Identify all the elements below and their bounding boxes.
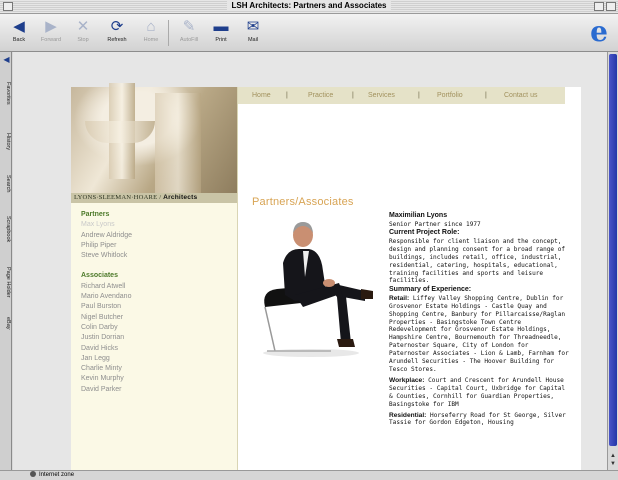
collapse-box[interactable] bbox=[606, 2, 616, 11]
brand-text: LYONS·SLEEMAN·HOARE / bbox=[74, 194, 162, 201]
scroll-down-icon[interactable]: ▼ bbox=[609, 460, 617, 468]
bio-residential: Residential: Horseferry Road for St Geor… bbox=[389, 412, 569, 428]
refresh-button[interactable]: ⟳ Refresh bbox=[102, 18, 132, 43]
mail-label: Mail bbox=[247, 37, 259, 43]
partner-bio: Maximilian Lyons Senior Partner since 19… bbox=[389, 212, 569, 427]
back-label: Back bbox=[12, 37, 26, 43]
home-button[interactable]: ⌂ Home bbox=[136, 18, 166, 43]
zoom-box[interactable] bbox=[594, 2, 604, 11]
back-arrow-icon: ◀ bbox=[13, 18, 25, 35]
bio-retail: Retail: Liffey Valley Shopping Centre, D… bbox=[389, 295, 569, 374]
column-divider bbox=[237, 87, 238, 470]
people-list: Partners Max Lyons Andrew Aldridge Phili… bbox=[81, 210, 132, 395]
print-label: Print bbox=[215, 37, 227, 43]
browser-toolbar: ◀ Back ▶ Forward ✕ Stop ⟳ Refresh ⌂ Home… bbox=[0, 14, 618, 52]
person-link[interactable]: Nigel Butcher bbox=[81, 313, 132, 323]
explorer-toggle-icon[interactable]: ◀ bbox=[1, 54, 11, 64]
person-link[interactable]: David Hicks bbox=[81, 344, 132, 354]
nav-separator: | bbox=[485, 92, 487, 99]
stop-label: Stop bbox=[77, 37, 89, 43]
stop-icon: ✕ bbox=[76, 18, 90, 35]
associates-heading: Associates bbox=[81, 272, 118, 280]
window-title-wrap: LSH Architects: Partners and Associates bbox=[0, 1, 618, 10]
bio-role-heading: Current Project Role: bbox=[389, 229, 460, 237]
explorer-tab-scrapbook[interactable]: Scrapbook bbox=[1, 206, 11, 252]
person-link[interactable]: Colin Darby bbox=[81, 323, 132, 333]
autofill-button[interactable]: ✎ AutoFill bbox=[174, 18, 204, 43]
forward-label: Forward bbox=[40, 37, 62, 43]
person-link[interactable]: Kevin Murphy bbox=[81, 374, 132, 384]
bio-residential-label: Residential: bbox=[389, 411, 427, 419]
print-icon: ▬ bbox=[213, 18, 229, 35]
mail-icon: ✉ bbox=[246, 18, 260, 35]
person-link[interactable]: Mario Avendano bbox=[81, 292, 132, 302]
top-nav: Home | Practice | Services | Portfolio |… bbox=[238, 87, 565, 104]
scroll-thumb[interactable] bbox=[609, 54, 617, 446]
person-link[interactable]: Philip Piper bbox=[81, 241, 132, 251]
bio-summary-heading: Summary of Experience: bbox=[389, 286, 472, 294]
explorer-bar: ◀ Favorites History Search Scrapbook Pag… bbox=[0, 52, 12, 470]
bio-retail-text: Liffey Valley Shopping Centre, Dublin fo… bbox=[389, 294, 569, 373]
scroll-up-icon[interactable]: ▲ bbox=[609, 452, 617, 460]
back-button[interactable]: ◀ Back bbox=[4, 18, 34, 43]
explorer-tab-search[interactable]: Search bbox=[1, 166, 11, 202]
person-link[interactable]: Justin Dorrian bbox=[81, 333, 132, 343]
window-title-bar: LSH Architects: Partners and Associates bbox=[0, 0, 618, 14]
brand-architects: Architects bbox=[163, 194, 198, 201]
nav-services[interactable]: Services bbox=[368, 87, 395, 104]
nav-separator: | bbox=[352, 92, 354, 99]
explorer-tab-ebay[interactable]: eBay bbox=[1, 312, 11, 334]
person-link[interactable]: Paul Burston bbox=[81, 302, 132, 312]
explorer-tab-favorites[interactable]: Favorites bbox=[1, 68, 11, 118]
window-title: LSH Architects: Partners and Associates bbox=[227, 1, 391, 10]
partner-photo bbox=[263, 222, 373, 357]
refresh-label: Refresh bbox=[107, 37, 127, 43]
person-link[interactable]: Jan Legg bbox=[81, 354, 132, 364]
nav-separator: | bbox=[286, 92, 288, 99]
home-icon: ⌂ bbox=[146, 18, 156, 35]
refresh-icon: ⟳ bbox=[110, 18, 124, 35]
page-container: LYONS·SLEEMAN·HOARE / Architects Home | … bbox=[71, 83, 581, 470]
mail-button[interactable]: ✉ Mail bbox=[238, 18, 268, 43]
person-link[interactable]: Richard Atwell bbox=[81, 282, 132, 292]
status-bar: Internet zone bbox=[0, 470, 618, 480]
nav-contact[interactable]: Contact us bbox=[504, 87, 537, 104]
brand-bar: LYONS·SLEEMAN·HOARE / Architects bbox=[71, 193, 237, 203]
nav-portfolio[interactable]: Portfolio bbox=[437, 87, 463, 104]
print-button[interactable]: ▬ Print bbox=[206, 18, 236, 43]
forward-button[interactable]: ▶ Forward bbox=[36, 18, 66, 43]
person-link[interactable]: Max Lyons bbox=[81, 220, 132, 230]
internet-zone-icon bbox=[30, 471, 36, 478]
bio-title: Senior Partner since 1977 bbox=[389, 220, 481, 228]
page-title: Partners/Associates bbox=[252, 196, 354, 208]
forward-arrow-icon: ▶ bbox=[45, 18, 57, 35]
bio-role-text: Responsible for client liaison and the c… bbox=[389, 237, 566, 285]
bio-name: Maximilian Lyons bbox=[389, 212, 448, 219]
person-link[interactable]: Charlie Minty bbox=[81, 364, 132, 374]
nav-practice[interactable]: Practice bbox=[308, 87, 333, 104]
web-viewport: LYONS·SLEEMAN·HOARE / Architects Home | … bbox=[13, 52, 607, 470]
home-label: Home bbox=[143, 37, 159, 43]
explorer-tab-history[interactable]: History bbox=[1, 122, 11, 162]
hero-image bbox=[71, 83, 237, 193]
browser-logo-icon: e bbox=[590, 15, 608, 48]
bio-workplace: Workplace: Court and Crescent for Arunde… bbox=[389, 377, 569, 409]
status-text: Internet zone bbox=[39, 472, 75, 478]
person-link[interactable]: David Parker bbox=[81, 385, 132, 395]
bio-retail-label: Retail: bbox=[389, 294, 410, 302]
vertical-scrollbar[interactable]: ▲ ▼ bbox=[607, 52, 618, 470]
toolbar-separator bbox=[168, 20, 169, 46]
bio-workplace-label: Workplace: bbox=[389, 376, 425, 384]
partners-heading: Partners bbox=[81, 211, 110, 218]
nav-home[interactable]: Home bbox=[252, 87, 271, 104]
person-link[interactable]: Steve Whitlock bbox=[81, 251, 132, 261]
stop-button[interactable]: ✕ Stop bbox=[68, 18, 98, 43]
nav-separator: | bbox=[418, 92, 420, 99]
explorer-tab-page-holder[interactable]: Page Holder bbox=[1, 256, 11, 308]
autofill-icon: ✎ bbox=[182, 18, 196, 35]
person-link[interactable]: Andrew Aldridge bbox=[81, 231, 132, 241]
autofill-label: AutoFill bbox=[179, 37, 199, 43]
